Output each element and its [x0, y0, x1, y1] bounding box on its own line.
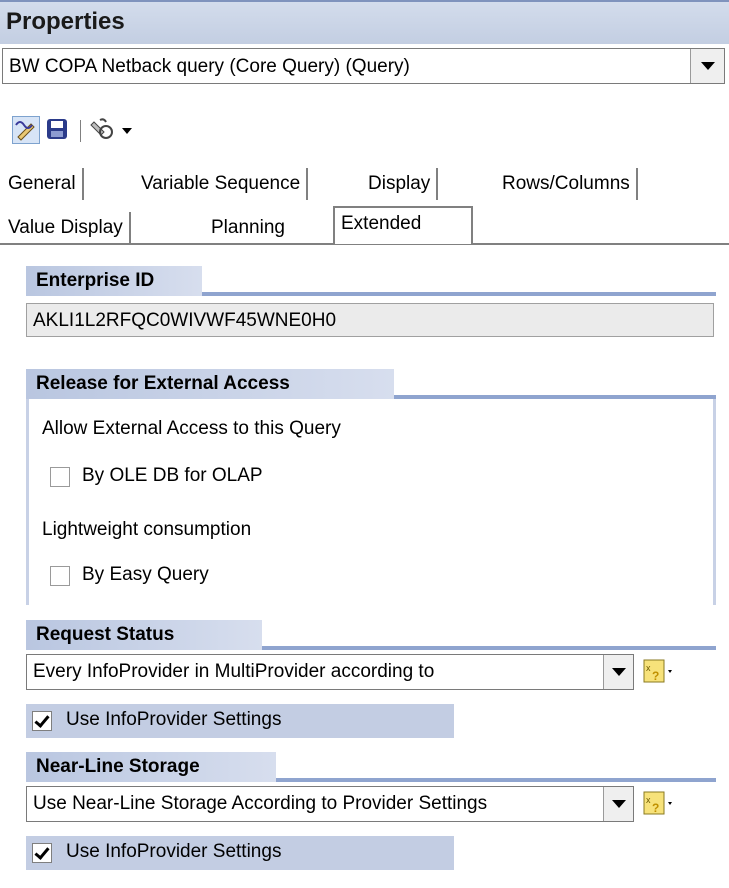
- external-access-header: Release for External Access: [26, 369, 394, 399]
- tab-rows-columns[interactable]: Rows/Columns: [496, 168, 638, 200]
- properties-title-bar: Properties: [0, 0, 729, 44]
- section-divider: [276, 778, 716, 782]
- panel-title: Properties: [6, 8, 125, 35]
- variable-help-icon: x ?: [643, 659, 672, 683]
- variable-help-icon: x ?: [643, 791, 672, 815]
- enterprise-id-value: AKLI1L2RFQC0WIVWF45WNE0H0: [33, 310, 337, 331]
- near-line-storage-header: Near-Line Storage: [26, 752, 276, 782]
- near-line-storage-value: Use Near-Line Storage According to Provi…: [33, 793, 488, 814]
- save-button[interactable]: [44, 116, 72, 144]
- easy-query-checkbox[interactable]: [50, 566, 70, 586]
- object-selector[interactable]: BW COPA Netback query (Core Query) (Quer…: [2, 48, 725, 84]
- tab-extended[interactable]: Extended: [333, 206, 473, 244]
- object-selector-dropdown-button[interactable]: [690, 49, 724, 83]
- tab-general[interactable]: General: [2, 168, 84, 200]
- svg-text:x: x: [646, 663, 651, 673]
- section-divider: [262, 646, 716, 650]
- near-line-dropdown-button[interactable]: [603, 787, 633, 821]
- easy-query-label: By Easy Query: [82, 564, 209, 585]
- variable-help-button[interactable]: x ?: [642, 656, 678, 690]
- request-status-dropdown-button[interactable]: [603, 655, 633, 689]
- tools-icon: [90, 118, 113, 139]
- lightweight-consumption-label: Lightweight consumption: [42, 519, 252, 540]
- edit-icon: [15, 121, 35, 141]
- request-status-use-settings-checkbox[interactable]: [32, 711, 52, 731]
- near-line-use-settings-checkbox[interactable]: [32, 843, 52, 863]
- request-status-select[interactable]: Every InfoProvider in MultiProvider acco…: [26, 654, 634, 690]
- tools-menu-button[interactable]: [90, 116, 136, 144]
- request-status-use-settings-label: Use InfoProvider Settings: [66, 709, 282, 730]
- section-divider: [202, 292, 716, 296]
- chevron-down-icon: [612, 800, 626, 808]
- chevron-down-icon: [122, 128, 132, 134]
- enterprise-id-field[interactable]: AKLI1L2RFQC0WIVWF45WNE0H0: [26, 303, 714, 337]
- object-selector-value: BW COPA Netback query (Core Query) (Quer…: [9, 56, 410, 77]
- toolbar: [0, 112, 200, 148]
- ole-db-checkbox[interactable]: [50, 467, 70, 487]
- near-line-use-settings-label: Use InfoProvider Settings: [66, 841, 282, 862]
- tab-value-display[interactable]: Value Display: [2, 212, 131, 244]
- request-status-value: Every InfoProvider in MultiProvider acco…: [33, 661, 435, 682]
- tab-variable-sequence[interactable]: Variable Sequence: [135, 168, 309, 200]
- tab-planning[interactable]: Planning: [205, 212, 291, 244]
- edit-button[interactable]: [12, 116, 40, 144]
- toolbar-separator: [80, 120, 81, 142]
- chevron-down-icon: [701, 62, 715, 70]
- ole-db-label: By OLE DB for OLAP: [82, 465, 263, 486]
- near-line-storage-select[interactable]: Use Near-Line Storage According to Provi…: [26, 786, 634, 822]
- variable-help-button[interactable]: x ?: [642, 788, 678, 822]
- svg-text:?: ?: [652, 669, 659, 683]
- svg-text:x: x: [646, 795, 651, 805]
- request-status-header: Request Status: [26, 620, 262, 650]
- chevron-down-icon: [612, 668, 626, 676]
- svg-text:?: ?: [652, 801, 659, 815]
- enterprise-id-header: Enterprise ID: [26, 266, 202, 296]
- tab-display[interactable]: Display: [362, 168, 439, 200]
- save-icon: [47, 119, 67, 139]
- allow-external-access-label: Allow External Access to this Query: [42, 418, 341, 439]
